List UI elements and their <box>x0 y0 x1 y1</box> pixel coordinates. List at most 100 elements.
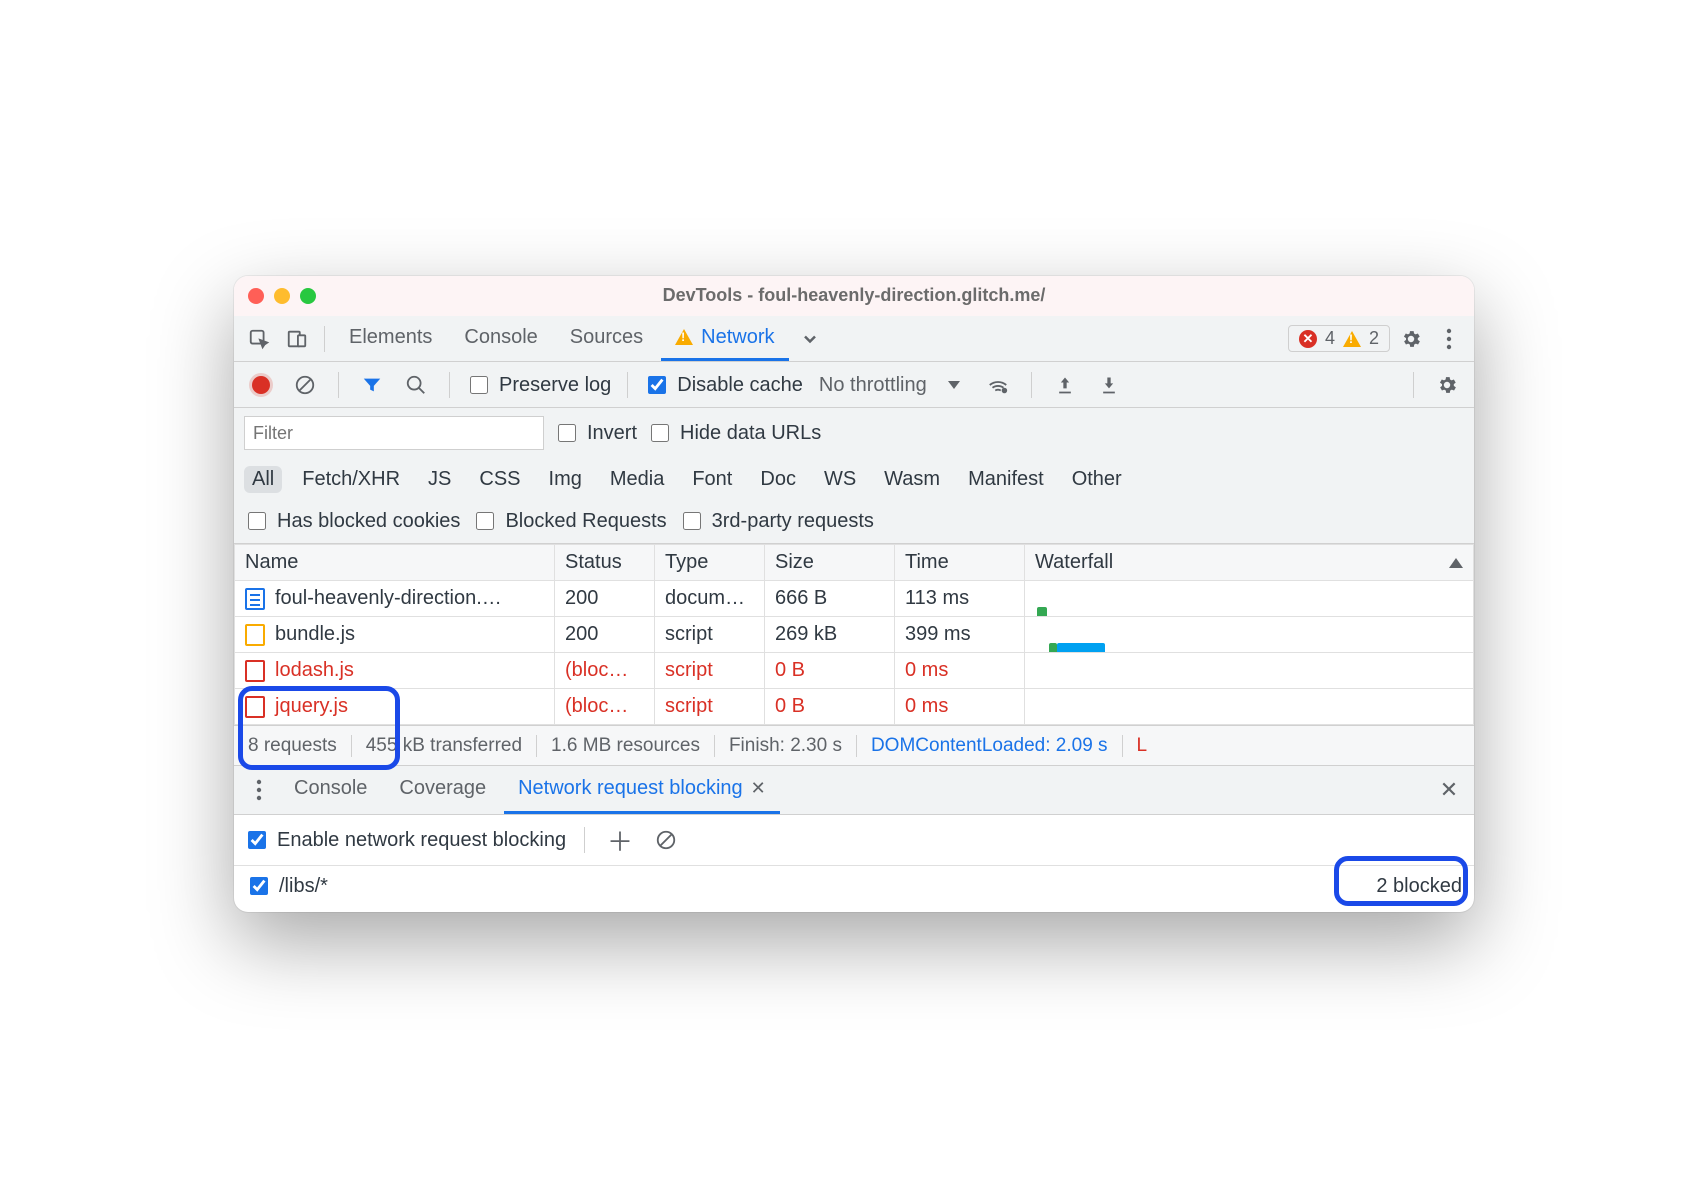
tab-sources[interactable]: Sources <box>556 316 657 361</box>
filter-type-fetch[interactable]: Fetch/XHR <box>294 466 408 493</box>
hide-data-urls-checkbox[interactable]: Hide data URLs <box>647 421 821 445</box>
filter-type-ws[interactable]: WS <box>816 466 864 493</box>
has-blocked-cookies-checkbox[interactable]: Has blocked cookies <box>244 509 460 533</box>
filter-type-css[interactable]: CSS <box>471 466 528 493</box>
invert-checkbox[interactable]: Invert <box>554 421 637 445</box>
inspect-element-icon[interactable] <box>242 322 276 356</box>
status-resources: 1.6 MB resources <box>537 735 715 757</box>
filter-type-all[interactable]: All <box>244 466 282 493</box>
status-finish: Finish: 2.30 s <box>715 735 857 757</box>
close-drawer-icon[interactable]: ✕ <box>1432 773 1466 807</box>
request-time: 113 ms <box>895 581 1025 617</box>
error-icon: ✕ <box>1299 330 1317 348</box>
request-waterfall <box>1025 581 1474 617</box>
drawer-tab-blocking[interactable]: Network request blocking ✕ <box>504 766 780 814</box>
col-size[interactable]: Size <box>765 545 895 581</box>
drawer-tab-console[interactable]: Console <box>280 766 381 814</box>
filter-bar: Invert Hide data URLs All Fetch/XHR JS C… <box>234 408 1474 544</box>
filter-type-other[interactable]: Other <box>1064 466 1130 493</box>
third-party-checkbox[interactable]: 3rd-party requests <box>679 509 874 533</box>
warning-icon <box>1343 331 1361 347</box>
record-button[interactable] <box>244 368 278 402</box>
settings-icon[interactable] <box>1394 322 1428 356</box>
table-row[interactable]: foul-heavenly-direction.… 200 docum… 666… <box>235 581 1474 617</box>
request-size: 666 B <box>765 581 895 617</box>
request-type: script <box>655 617 765 653</box>
warning-icon <box>675 329 693 345</box>
add-pattern-icon[interactable]: ＋ <box>603 823 637 857</box>
col-time[interactable]: Time <box>895 545 1025 581</box>
pattern-checkbox[interactable]: /libs/* <box>246 874 328 898</box>
network-conditions-icon[interactable] <box>981 368 1015 402</box>
tab-console[interactable]: Console <box>450 316 551 361</box>
network-toolbar: Preserve log Disable cache No throttling <box>234 362 1474 408</box>
kebab-menu-icon[interactable] <box>1432 322 1466 356</box>
disable-cache-checkbox[interactable]: Disable cache <box>644 373 803 397</box>
request-time: 399 ms <box>895 617 1025 653</box>
sort-asc-icon <box>1449 558 1463 568</box>
drawer-kebab-icon[interactable] <box>242 773 276 807</box>
col-status[interactable]: Status <box>555 545 655 581</box>
status-dcl: DOMContentLoaded: 2.09 s <box>857 735 1123 757</box>
filter-icon[interactable] <box>355 368 389 402</box>
filter-input[interactable] <box>244 416 544 450</box>
request-status: 200 <box>555 581 655 617</box>
clear-icon[interactable] <box>288 368 322 402</box>
filter-type-wasm[interactable]: Wasm <box>876 466 948 493</box>
request-name: jquery.js <box>275 695 348 718</box>
request-size: 0 B <box>765 653 895 689</box>
table-header-row: Name Status Type Size Time Waterfall <box>235 545 1474 581</box>
devtools-window: DevTools - foul-heavenly-direction.glitc… <box>234 276 1474 912</box>
device-toolbar-icon[interactable] <box>280 322 314 356</box>
throttling-caret[interactable] <box>937 368 971 402</box>
col-name[interactable]: Name <box>235 545 555 581</box>
filter-type-font[interactable]: Font <box>684 466 740 493</box>
file-icon <box>245 696 265 718</box>
throttling-select[interactable]: No throttling <box>819 374 927 397</box>
requests-table: Name Status Type Size Time Waterfall fou… <box>234 544 1474 725</box>
enable-blocking-checkbox[interactable]: Enable network request blocking <box>244 828 566 852</box>
titlebar: DevTools - foul-heavenly-direction.glitc… <box>234 276 1474 316</box>
table-row[interactable]: lodash.js (bloc… script 0 B 0 ms <box>235 653 1474 689</box>
request-size: 0 B <box>765 689 895 725</box>
pattern-row[interactable]: /libs/* 2 blocked <box>234 866 1474 912</box>
minimize-window-button[interactable] <box>274 288 290 304</box>
drawer-tab-coverage[interactable]: Coverage <box>385 766 500 814</box>
more-tabs-button[interactable] <box>793 322 827 356</box>
col-type[interactable]: Type <box>655 545 765 581</box>
blocked-count: 2 blocked <box>1376 875 1462 898</box>
import-har-icon[interactable] <box>1048 368 1082 402</box>
export-har-icon[interactable] <box>1092 368 1126 402</box>
warning-count: 2 <box>1369 328 1379 349</box>
window-title: DevTools - foul-heavenly-direction.glitc… <box>663 285 1046 306</box>
blocked-requests-checkbox[interactable]: Blocked Requests <box>472 509 666 533</box>
preserve-log-checkbox[interactable]: Preserve log <box>466 373 611 397</box>
request-type: script <box>655 653 765 689</box>
separator <box>324 326 325 352</box>
table-row[interactable]: bundle.js 200 script 269 kB 399 ms <box>235 617 1474 653</box>
request-name: foul-heavenly-direction.… <box>275 587 502 610</box>
col-waterfall[interactable]: Waterfall <box>1025 545 1474 581</box>
tab-elements[interactable]: Elements <box>335 316 446 361</box>
issues-counter[interactable]: ✕ 4 2 <box>1288 325 1390 352</box>
filter-type-manifest[interactable]: Manifest <box>960 466 1052 493</box>
filter-type-media[interactable]: Media <box>602 466 672 493</box>
status-requests: 8 requests <box>234 735 352 757</box>
window-controls <box>248 288 316 304</box>
clear-patterns-icon[interactable] <box>649 823 683 857</box>
blocking-toolbar: Enable network request blocking ＋ <box>234 815 1474 866</box>
tab-network[interactable]: Network <box>661 316 788 361</box>
request-time: 0 ms <box>895 689 1025 725</box>
zoom-window-button[interactable] <box>300 288 316 304</box>
filter-type-img[interactable]: Img <box>541 466 590 493</box>
table-row[interactable]: jquery.js (bloc… script 0 B 0 ms <box>235 689 1474 725</box>
close-window-button[interactable] <box>248 288 264 304</box>
close-tab-icon[interactable]: ✕ <box>751 778 766 799</box>
status-transferred: 455 kB transferred <box>352 735 537 757</box>
filter-type-doc[interactable]: Doc <box>752 466 804 493</box>
filter-type-js[interactable]: JS <box>420 466 459 493</box>
file-icon <box>245 660 265 682</box>
request-size: 269 kB <box>765 617 895 653</box>
search-icon[interactable] <box>399 368 433 402</box>
network-settings-icon[interactable] <box>1430 368 1464 402</box>
